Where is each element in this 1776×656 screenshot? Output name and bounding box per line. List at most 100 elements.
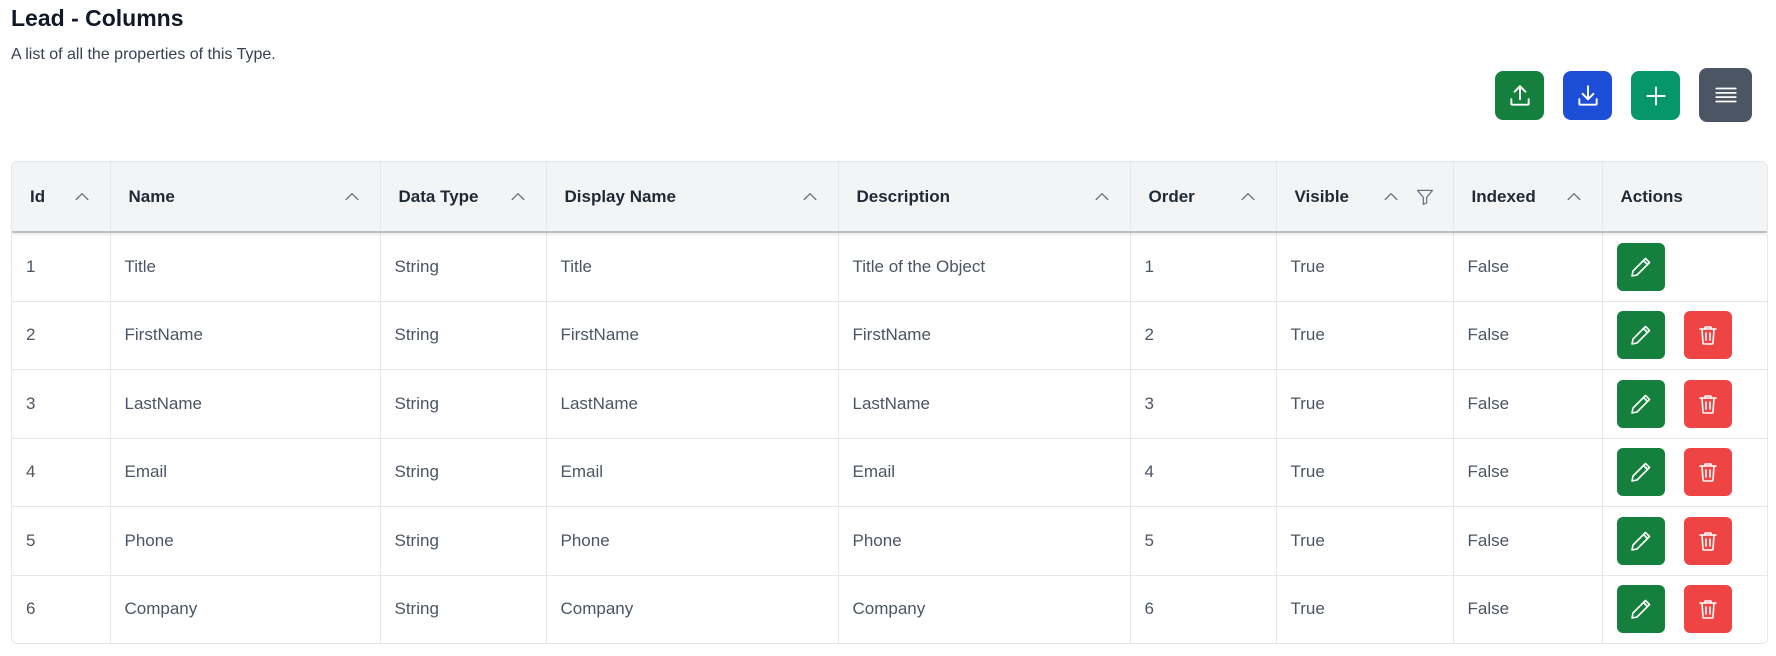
cell-indexed: False [1453,506,1603,575]
cell-description: Phone [838,506,1131,575]
pencil-icon [1630,531,1650,551]
column-header-icons [1238,187,1258,207]
cell-display-name: FirstName [546,300,839,370]
cell-actions [1602,369,1767,438]
pencil-icon [1630,599,1650,620]
trash-icon [1698,326,1717,346]
column-header-name[interactable]: Name [110,162,381,233]
cell-actions [1602,437,1767,507]
cell-data-type: String [380,231,547,301]
column-header-actions: Actions [1602,162,1767,233]
table-row: 3 LastName String LastName LastName 3 True Fals… [12,369,1767,438]
cell-name: Company [110,574,381,643]
cell-description: Company [838,574,1131,643]
cell-id: 2 [12,300,111,370]
column-header-display-name[interactable]: Display Name [546,162,839,233]
cell-actions [1602,300,1767,370]
sort-chevron-up-icon[interactable] [1381,187,1401,207]
column-header-id[interactable]: Id [12,162,111,233]
delete-button[interactable] [1683,516,1732,565]
delete-button[interactable] [1683,585,1732,634]
cell-visible: True [1276,369,1454,438]
cell-visible: True [1276,231,1454,301]
column-header-label: Indexed [1471,186,1536,206]
cell-data-type: String [380,437,547,507]
sort-chevron-up-icon[interactable] [800,187,820,207]
row-actions [1616,585,1754,634]
menu-button[interactable] [1699,68,1752,122]
cell-id: 6 [12,574,111,643]
table-row: 5 Phone String Phone Phone 5 True False [12,506,1767,575]
cell-actions [1602,574,1767,643]
trash-icon [1698,463,1717,483]
add-column-button[interactable] [1631,71,1680,120]
sort-chevron-up-icon[interactable] [1564,187,1584,207]
table-row: 2 FirstName String FirstName FirstName 2 True F… [12,300,1767,370]
column-header-visible[interactable]: Visible [1276,162,1454,233]
cell-order: 4 [1130,437,1277,507]
column-header-data-type[interactable]: Data Type [380,162,547,233]
table-row: 4 Email String Email Email 4 True False [12,437,1767,507]
cell-visible: True [1276,506,1454,575]
edit-button[interactable] [1616,379,1665,428]
cell-description: LastName [838,369,1131,438]
delete-button[interactable] [1683,448,1732,497]
column-header-icons [800,187,820,207]
cell-description: FirstName [838,300,1131,370]
cell-name: FirstName [110,300,381,370]
sort-chevron-up-icon[interactable] [1238,187,1258,207]
row-actions [1616,448,1754,497]
edit-button[interactable] [1616,242,1665,291]
sort-chevron-up-icon[interactable] [72,187,92,207]
pencil-icon [1630,462,1650,483]
pencil-icon [1630,325,1650,346]
cell-visible: True [1276,437,1454,507]
cell-display-name: Title [546,231,839,301]
edit-button[interactable] [1616,311,1665,360]
cell-actions [1602,506,1767,575]
cell-name: Email [110,437,381,507]
column-header-label: Visible [1294,186,1350,206]
column-header-icons [508,187,528,207]
cell-name: Phone [110,506,381,575]
cell-description: Title of the Object [838,231,1131,301]
delete-button[interactable] [1683,311,1732,360]
cell-order: 5 [1130,506,1277,575]
cell-id: 5 [12,506,111,575]
cell-order: 6 [1130,574,1277,643]
columns-table: Id Name Data Type Display Name Description Or… [11,161,1768,644]
plus-icon [1645,85,1666,106]
pencil-icon [1630,394,1650,414]
sort-chevron-up-icon[interactable] [508,187,528,207]
column-header-description[interactable]: Description [838,162,1131,233]
column-header-order[interactable]: Order [1130,162,1277,233]
table-body: 1 Title String Title Title of the Object 1 Tru… [12,231,1767,643]
trash-icon [1698,531,1717,551]
download-button[interactable] [1563,71,1612,120]
column-header-indexed[interactable]: Indexed [1453,162,1603,233]
delete-button[interactable] [1683,379,1732,428]
column-header-label: Order [1148,186,1195,206]
cell-display-name: Phone [546,506,839,575]
filter-icon[interactable] [1415,187,1435,207]
column-header-label: Display Name [564,186,677,206]
cell-order: 2 [1130,300,1277,370]
edit-button[interactable] [1616,516,1665,565]
sort-chevron-up-icon[interactable] [342,187,362,207]
upload-button[interactable] [1495,71,1544,120]
edit-button[interactable] [1616,585,1665,634]
cell-data-type: String [380,300,547,370]
cell-description: Email [838,437,1131,507]
cell-display-name: Company [546,574,839,643]
edit-button[interactable] [1616,448,1665,497]
page: Lead - Columns A list of all the propert… [0,0,1776,656]
column-header-label: Data Type [398,186,479,206]
cell-indexed: False [1453,300,1603,370]
table-row: 6 Company String Company Company 6 True False [12,574,1767,643]
cell-data-type: String [380,574,547,643]
cell-indexed: False [1453,574,1603,643]
page-subtitle: A list of all the properties of this Typ… [11,46,276,63]
row-actions [1616,379,1754,428]
trash-icon [1698,600,1717,620]
sort-chevron-up-icon[interactable] [1092,187,1112,207]
